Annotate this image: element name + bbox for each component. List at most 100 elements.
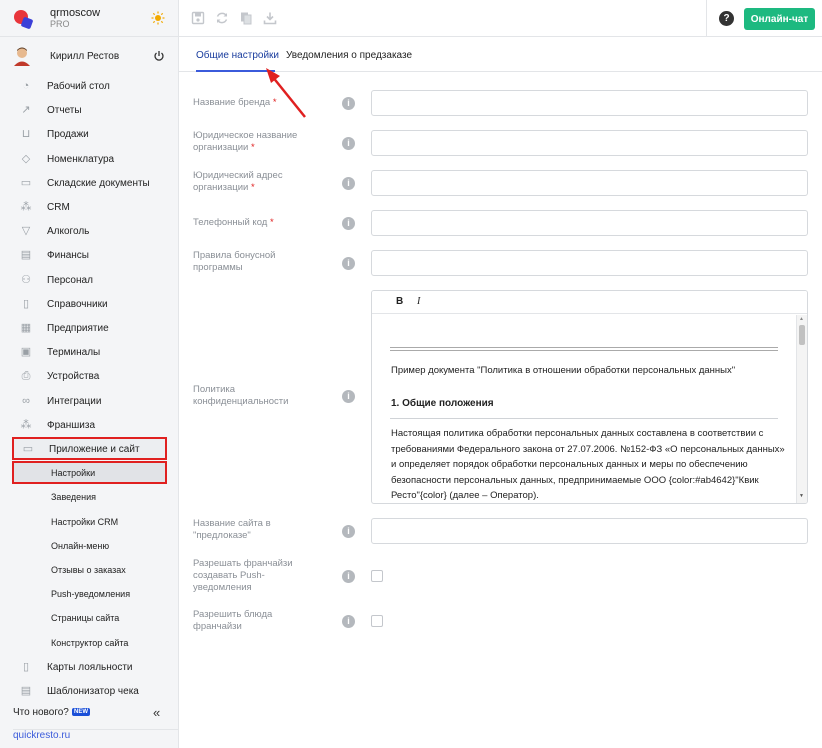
site-name-input[interactable] xyxy=(371,518,808,544)
sidebar-item-4[interactable]: ▭ Складские документы xyxy=(0,171,178,195)
scroll-thumb[interactable] xyxy=(799,325,805,345)
bonus-rules-label: Правила бонусной программы xyxy=(193,250,276,273)
power-icon[interactable] xyxy=(153,50,165,62)
info-icon[interactable]: i xyxy=(342,177,355,190)
copy-icon[interactable] xyxy=(239,11,253,25)
collapse-sidebar-icon[interactable]: « xyxy=(153,705,160,720)
sidebar-item-13[interactable]: ∞ Интеграции xyxy=(0,389,178,413)
menu-item-label: Настройки CRM xyxy=(51,516,119,527)
sidebar-item-after-1[interactable]: ▤ Шаблонизатор чека xyxy=(0,679,178,703)
info-icon[interactable]: i xyxy=(342,257,355,270)
menu-item-label: Справочники xyxy=(47,298,108,310)
sidebar-item-1[interactable]: ↗ Отчеты xyxy=(0,98,178,122)
box-icon: ▭ xyxy=(20,176,32,189)
sidebar-item-14[interactable]: ⁂ Франшиза xyxy=(0,413,178,437)
menu-item-label: Продажи xyxy=(47,129,89,141)
menu-item-label: Отзывы о заказах xyxy=(51,565,126,575)
whats-new-link[interactable]: Что нового? xyxy=(13,707,69,718)
menu-item-label: Устройства xyxy=(47,371,100,383)
scroll-up-icon[interactable]: ▲ xyxy=(799,316,804,322)
save-icon[interactable] xyxy=(191,11,205,25)
brand-name: qrmoscow xyxy=(50,7,101,19)
sidebar-subitem-5[interactable]: Push-уведомления xyxy=(0,582,178,606)
sidebar-item-0[interactable]: ◔ Рабочий стол xyxy=(0,74,178,98)
franchise-dishes-checkbox[interactable] xyxy=(371,615,383,627)
sidebar-item-11[interactable]: ▣ Терминалы xyxy=(0,340,178,364)
avatar[interactable] xyxy=(13,46,31,66)
menu-item-label: Заведения xyxy=(51,492,97,503)
menu-item-label: Конструктор сайта xyxy=(51,637,129,648)
legal-address-input[interactable] xyxy=(371,170,808,196)
editor-paragraph-line: и определяет порядок обработки персональ… xyxy=(391,459,748,470)
menu-item-label: Настройки xyxy=(51,468,96,479)
sidebar-item-8[interactable]: ⚇ Персонал xyxy=(0,268,178,292)
info-icon[interactable]: i xyxy=(342,615,355,628)
sidebar-subitem-6[interactable]: Страницы сайта xyxy=(0,606,178,630)
building-icon: ▦ xyxy=(20,322,32,334)
sidebar-subitem-4[interactable]: Отзывы о заказах xyxy=(0,558,178,582)
menu-item-label: Номенклатура xyxy=(47,153,115,165)
info-icon[interactable]: i xyxy=(342,525,355,538)
privacy-policy-editor[interactable]: B I Пример документа "Политика в отношен… xyxy=(371,290,808,504)
footer-link[interactable]: quickresto.ru xyxy=(13,729,178,741)
info-icon[interactable]: i xyxy=(342,97,355,110)
editor-paragraph-line: требованиями Федерального закона от 27.0… xyxy=(391,443,785,455)
help-icon[interactable]: ? xyxy=(719,11,734,26)
menu-item-label: Складские документы xyxy=(47,177,150,189)
sidebar-subitem-3[interactable]: Онлайн-меню xyxy=(0,534,178,558)
sidebar-subitem-2[interactable]: Настройки CRM xyxy=(0,510,178,534)
info-icon[interactable]: i xyxy=(342,137,355,150)
legal-name-input[interactable] xyxy=(371,130,808,156)
menu-item-label: Шаблонизатор чека xyxy=(47,686,139,697)
sidebar-item-10[interactable]: ▦ Предприятие xyxy=(0,316,178,340)
editor-heading: 1. Общие положения xyxy=(391,398,494,409)
menu-item-label: Алкоголь xyxy=(47,226,90,238)
sidebar-subitem-1[interactable]: Заведения xyxy=(0,485,178,509)
site-name-label: Название сайта в "предлоказе" xyxy=(193,518,271,541)
download-icon[interactable] xyxy=(263,11,277,25)
sun-icon[interactable] xyxy=(151,11,165,25)
network-icon: ⁂ xyxy=(20,418,32,431)
editor-scrollbar[interactable]: ▲ ▼ xyxy=(796,315,807,503)
menu-item-label: Push-уведомления xyxy=(51,589,131,600)
scroll-down-icon[interactable]: ▼ xyxy=(799,493,804,499)
bonus-rules-input[interactable] xyxy=(371,250,808,276)
menu-item-label: Интеграции xyxy=(47,395,102,407)
allow-franchise-push-checkbox[interactable] xyxy=(371,570,383,582)
editor-paragraph-line: Настоящая политика обработки персональны… xyxy=(391,428,764,439)
info-icon[interactable]: i xyxy=(342,217,355,230)
brand-name-input[interactable] xyxy=(371,90,808,116)
online-chat-button[interactable]: Онлайн-чат xyxy=(744,8,815,30)
sidebar-item-2[interactable]: ⊔ Продажи xyxy=(0,122,178,146)
sidebar-item-6[interactable]: ▽ Алкоголь xyxy=(0,219,178,243)
new-badge: NEW xyxy=(72,708,90,716)
info-icon[interactable]: i xyxy=(342,390,355,403)
brand-logo-icon[interactable] xyxy=(13,9,33,29)
sidebar-bottom: Что нового? NEW « xyxy=(0,702,178,724)
refresh-icon[interactable] xyxy=(215,11,229,25)
sidebar-subitem-7[interactable]: Конструктор сайта xyxy=(0,631,178,655)
tab-general-settings[interactable]: Общие настройки xyxy=(196,50,279,61)
italic-button[interactable]: I xyxy=(417,296,420,307)
info-icon[interactable]: i xyxy=(342,570,355,583)
sidebar-item-5[interactable]: ⁂ CRM xyxy=(0,195,178,219)
editor-content[interactable]: Пример документа "Политика в отношении о… xyxy=(372,315,796,503)
user-row: Кирилл Рестов xyxy=(0,42,178,70)
brand-name-label: Название бренда * xyxy=(193,97,277,108)
sidebar-item-15[interactable]: ▭ Приложение и сайт xyxy=(12,437,167,460)
sidebar-subitem-0[interactable]: Настройки xyxy=(12,461,167,485)
sidebar-item-12[interactable]: ⎙ Устройства xyxy=(0,364,178,388)
link-icon: ∞ xyxy=(22,394,30,407)
phone-code-input[interactable] xyxy=(371,210,808,236)
sidebar-item-7[interactable]: ▤ Финансы xyxy=(0,243,178,267)
menu-item-label: Карты лояльности xyxy=(47,661,133,673)
tab-preorder-notifications[interactable]: Уведомления о предзаказе xyxy=(286,50,412,61)
privacy-policy-label: Политика конфиденциальности xyxy=(193,384,289,407)
terminal-icon: ▣ xyxy=(20,346,32,359)
sidebar-item-3[interactable]: ◇ Номенклатура xyxy=(0,147,178,171)
bold-button[interactable]: B xyxy=(396,296,403,307)
sidebar-item-9[interactable]: ▯ Справочники xyxy=(0,292,178,316)
menu-item-label: CRM xyxy=(47,202,70,213)
tag-icon: ◇ xyxy=(21,152,31,165)
sidebar-item-after-0[interactable]: ▯ Карты лояльности xyxy=(0,655,178,679)
